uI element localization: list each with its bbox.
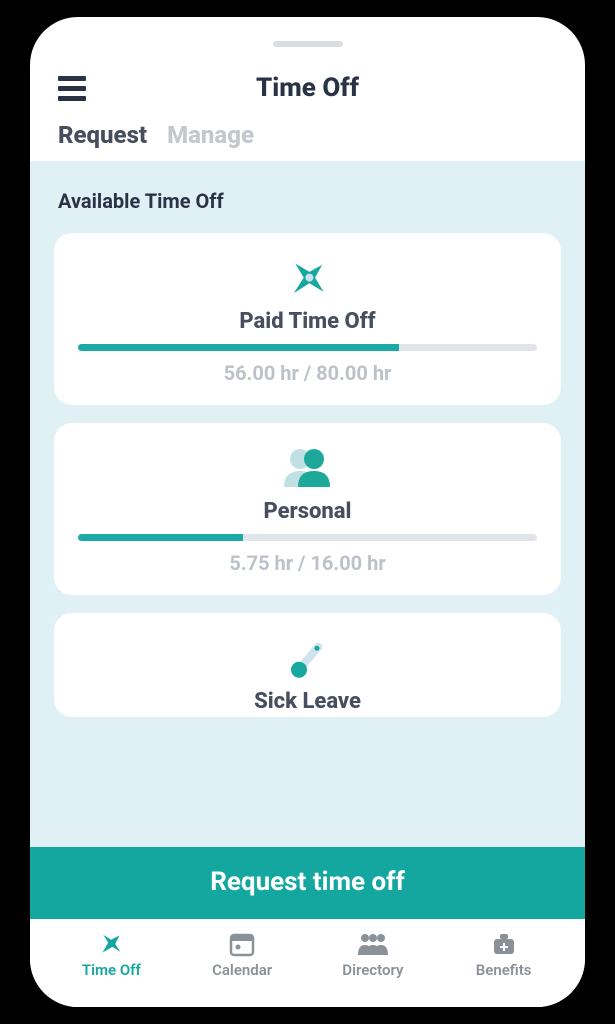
briefcase-plus-icon bbox=[491, 931, 517, 957]
bottom-nav: Time Off Calendar bbox=[30, 919, 585, 1007]
card-personal[interactable]: Personal 5.75 hr / 16.00 hr bbox=[54, 423, 561, 595]
nav-benefits[interactable]: Benefits bbox=[459, 931, 549, 979]
tab-manage[interactable]: Manage bbox=[167, 121, 254, 149]
card-personal-bar-fill bbox=[78, 534, 243, 541]
card-pto-title: Paid Time Off bbox=[239, 309, 375, 334]
tab-request[interactable]: Request bbox=[58, 121, 147, 149]
nav-calendar[interactable]: Calendar bbox=[197, 931, 287, 979]
nav-benefits-label: Benefits bbox=[476, 961, 532, 979]
calendar-icon bbox=[229, 931, 255, 957]
nav-timeoff-label: Time Off bbox=[82, 961, 141, 979]
nav-timeoff[interactable]: Time Off bbox=[66, 931, 156, 979]
card-sick[interactable]: Sick Leave bbox=[54, 613, 561, 717]
card-personal-title: Personal bbox=[264, 499, 352, 524]
nav-calendar-label: Calendar bbox=[212, 961, 272, 979]
page-title: Time Off bbox=[58, 73, 557, 103]
card-pto-bar-fill bbox=[78, 344, 399, 351]
airplane-icon bbox=[97, 931, 125, 957]
top-tabs: Request Manage bbox=[30, 103, 585, 161]
app-header: Time Off bbox=[30, 17, 585, 103]
card-personal-bar bbox=[78, 534, 537, 541]
card-sick-title: Sick Leave bbox=[254, 689, 361, 714]
people-group-icon bbox=[356, 931, 390, 957]
airplane-icon bbox=[282, 255, 334, 303]
content-area: Available Time Off Paid Time Off 56.00 h… bbox=[30, 161, 585, 847]
request-time-off-button[interactable]: Request time off bbox=[30, 847, 585, 919]
section-title: Available Time Off bbox=[58, 189, 561, 213]
nav-directory[interactable]: Directory bbox=[328, 931, 418, 979]
card-pto-hours: 56.00 hr / 80.00 hr bbox=[224, 361, 392, 385]
people-icon bbox=[280, 445, 336, 493]
card-pto-bar bbox=[78, 344, 537, 351]
thermometer-icon bbox=[286, 635, 330, 683]
card-pto[interactable]: Paid Time Off 56.00 hr / 80.00 hr bbox=[54, 233, 561, 405]
nav-directory-label: Directory bbox=[342, 961, 403, 979]
card-personal-hours: 5.75 hr / 16.00 hr bbox=[229, 551, 385, 575]
